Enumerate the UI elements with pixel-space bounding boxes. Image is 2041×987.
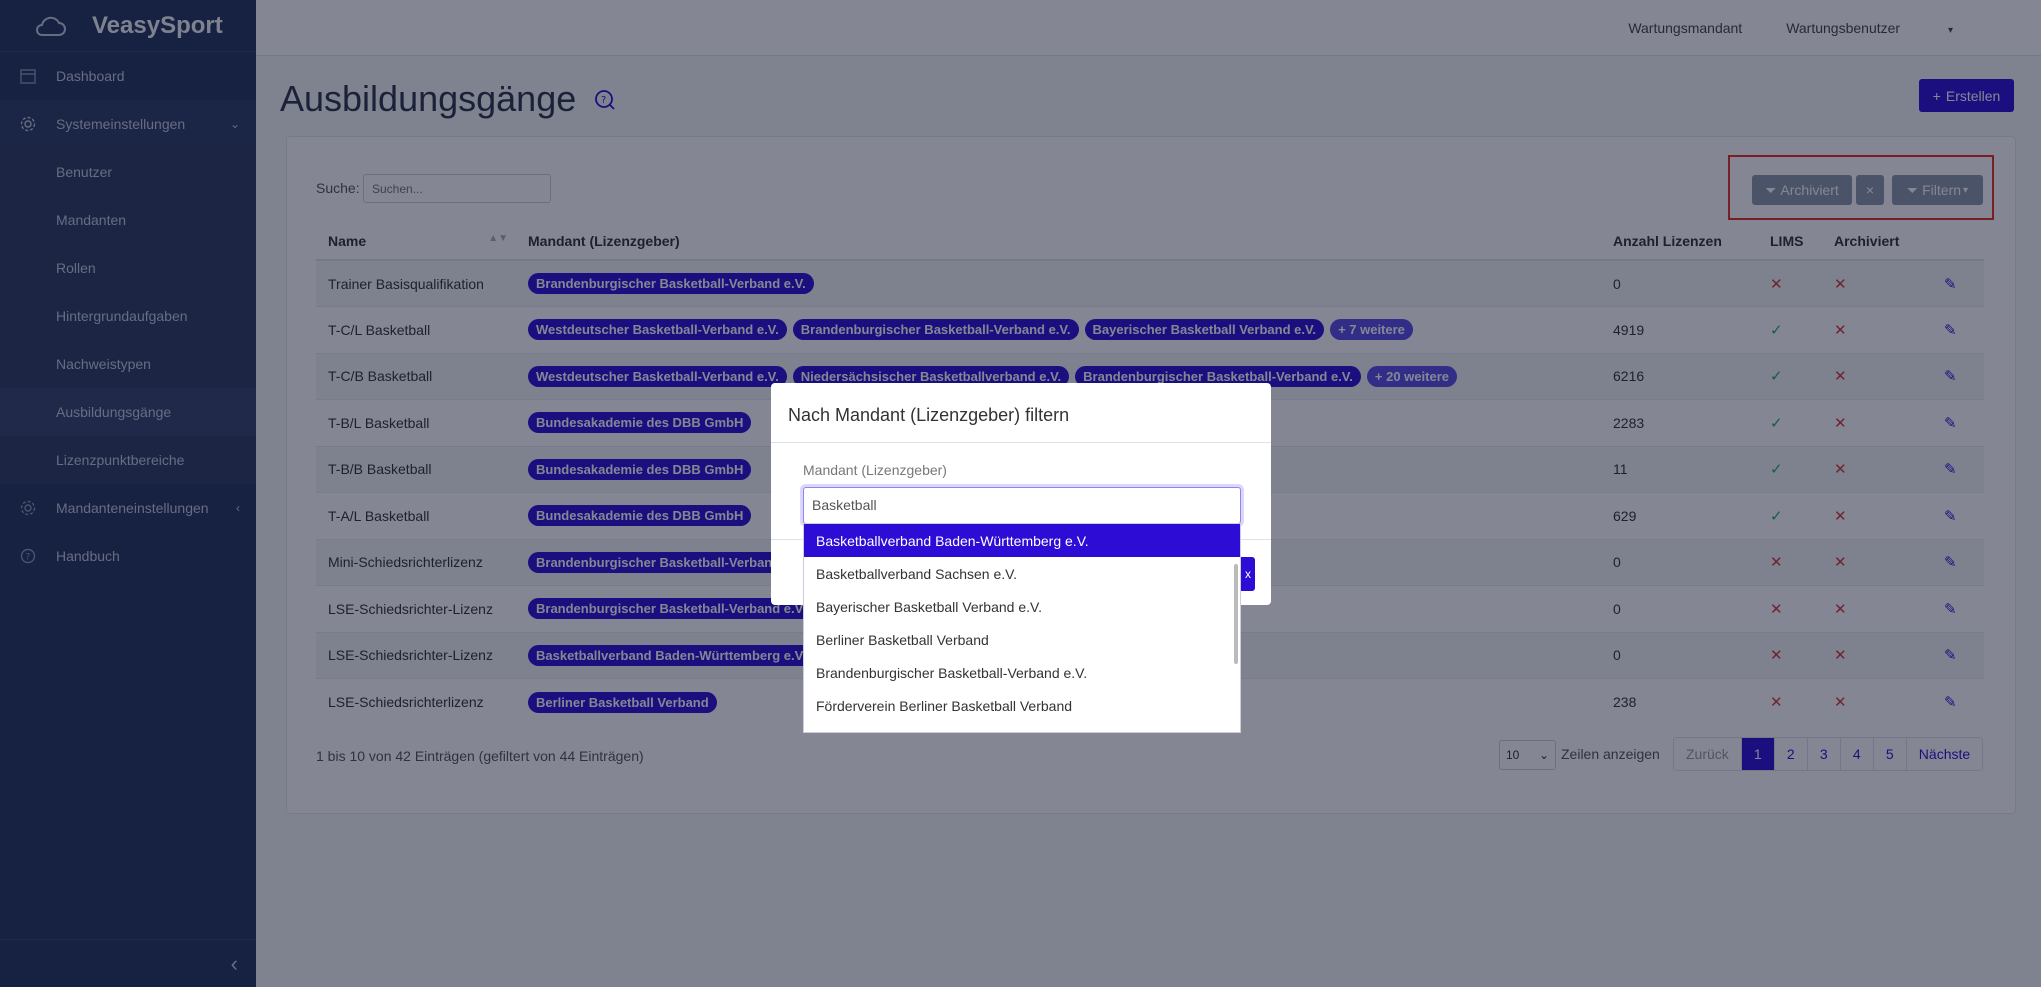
dropdown-option[interactable]: Basketballverband Sachsen e.V.: [804, 557, 1240, 590]
dropdown-option[interactable]: Brandenburgischer Basketball-Verband e.V…: [804, 656, 1240, 689]
modal-title: Nach Mandant (Lizenzgeber) filtern: [788, 405, 1070, 425]
modal-field-label: Mandant (Lizenzgeber): [803, 462, 947, 478]
close-icon: x: [1245, 567, 1251, 581]
dropdown-option[interactable]: Berliner Basketball Verband: [804, 623, 1240, 656]
scrollbar-thumb[interactable]: [1234, 564, 1238, 664]
dropdown-option[interactable]: Förderverein Berliner Basketball Verband: [804, 689, 1240, 722]
mandant-dropdown-list: Basketballverband Baden-Württemberg e.V.…: [803, 523, 1241, 733]
mandant-search-input[interactable]: Basketball: [803, 487, 1241, 524]
divider: [771, 442, 1271, 443]
dropdown-option[interactable]: Basketballverband Baden-Württemberg e.V.: [804, 524, 1240, 557]
dropdown-option[interactable]: Bayerischer Basketball Verband e.V.: [804, 590, 1240, 623]
